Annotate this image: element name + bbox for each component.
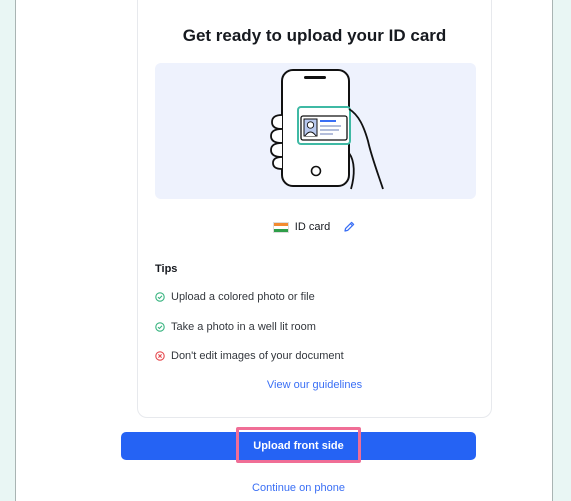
continue-on-phone-link[interactable]: Continue on phone xyxy=(121,482,476,494)
upload-instructions-card: Get ready to upload your ID card ID card… xyxy=(137,0,492,418)
edit-document-type-button[interactable] xyxy=(342,220,356,234)
india-flag-icon xyxy=(272,221,289,233)
tip-item: Take a photo in a well lit room xyxy=(155,321,316,333)
check-circle-icon xyxy=(155,322,165,332)
tips-heading: Tips xyxy=(155,263,178,275)
tip-text: Don't edit images of your document xyxy=(171,350,344,362)
view-guidelines-link[interactable]: View our guidelines xyxy=(138,379,491,391)
tip-text: Upload a colored photo or file xyxy=(171,291,315,303)
tip-text: Take a photo in a well lit room xyxy=(171,321,316,333)
pencil-icon xyxy=(344,221,355,232)
page-title: Get ready to upload your ID card xyxy=(182,26,447,45)
upload-front-side-button[interactable]: Upload front side xyxy=(121,432,476,460)
tip-item: Upload a colored photo or file xyxy=(155,291,315,303)
page-frame: Get ready to upload your ID card ID card… xyxy=(15,0,553,501)
x-circle-icon xyxy=(155,351,165,361)
document-type-row: ID card xyxy=(138,220,491,234)
document-type-label: ID card xyxy=(294,221,331,233)
phone-id-illustration-graphic xyxy=(270,69,384,190)
phone-with-id-card-illustration xyxy=(155,63,476,199)
check-circle-icon xyxy=(155,292,165,302)
tip-item: Don't edit images of your document xyxy=(155,350,344,362)
